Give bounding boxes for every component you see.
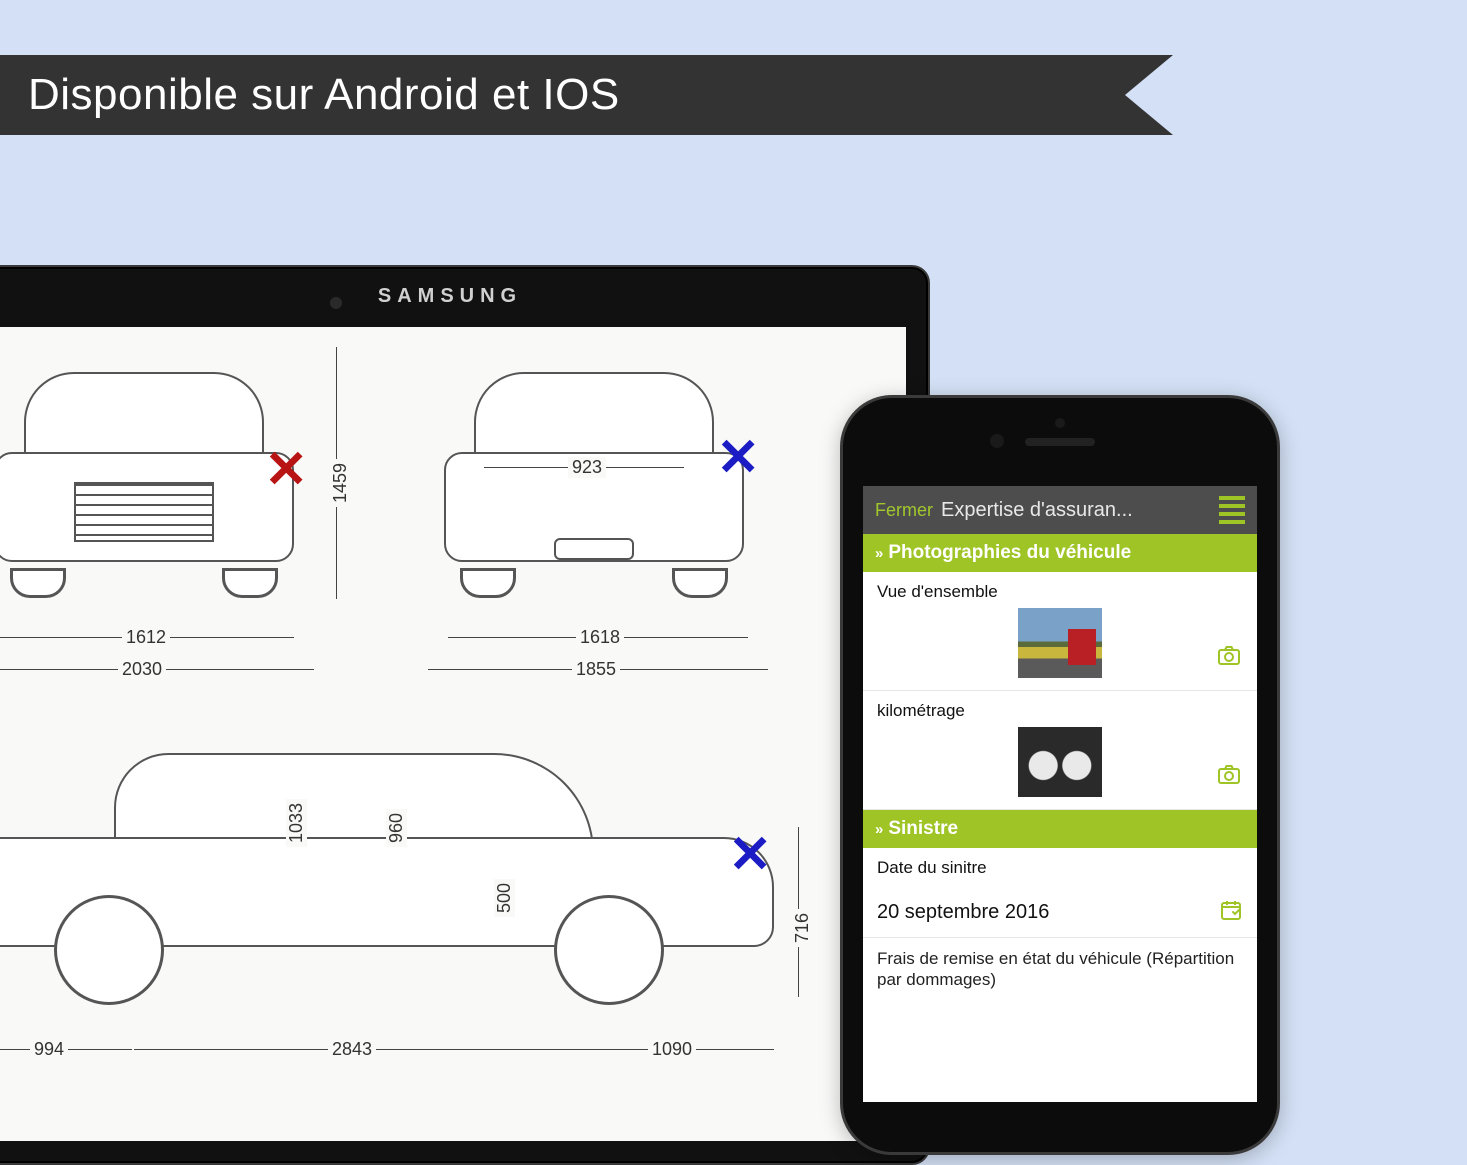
banner-text: Disponible sur Android et IOS bbox=[28, 70, 620, 119]
car-rear-tire-left bbox=[460, 568, 516, 598]
car-side-wheel-rear bbox=[554, 895, 664, 1005]
phone-speaker bbox=[1025, 438, 1095, 446]
car-front-tire-left bbox=[10, 568, 66, 598]
app-header: Fermer Expertise d'assuran... bbox=[863, 486, 1257, 534]
calendar-icon[interactable] bbox=[1219, 898, 1243, 927]
phone-device: Fermer Expertise d'assuran... » Photogra… bbox=[840, 395, 1280, 1155]
row-label: Date du sinitre bbox=[877, 858, 1243, 878]
phone-screen: Fermer Expertise d'assuran... » Photogra… bbox=[863, 486, 1257, 1102]
photo-row-odometer: kilométrage bbox=[863, 691, 1257, 721]
dim-interior-b: 960 bbox=[386, 809, 407, 847]
tablet-camera-dot bbox=[330, 297, 342, 309]
photo-thumbnail[interactable] bbox=[1018, 727, 1102, 797]
car-front-grille bbox=[74, 482, 214, 542]
menu-icon[interactable] bbox=[1219, 496, 1245, 524]
page-title: Expertise d'assuran... bbox=[941, 499, 1211, 522]
damage-mark-rear[interactable]: ✕ bbox=[716, 432, 760, 484]
dim-height: 1459 bbox=[330, 459, 351, 507]
cost-note: Frais de remise en état du véhicule (Rép… bbox=[863, 938, 1257, 1001]
chevron-right-icon: » bbox=[875, 545, 880, 562]
photo-row-overview: Vue d'ensemble bbox=[863, 572, 1257, 602]
photo-slot-odometer[interactable] bbox=[863, 721, 1257, 810]
dim-width: 2030 bbox=[118, 659, 166, 680]
tablet-brand: SAMSUNG bbox=[378, 285, 522, 308]
car-side-wheel-front bbox=[54, 895, 164, 1005]
section-title: Sinistre bbox=[888, 818, 958, 840]
car-front-tire-right bbox=[222, 568, 278, 598]
section-header-claim[interactable]: » Sinistre bbox=[863, 810, 1257, 848]
dim-interior-c: 500 bbox=[494, 879, 515, 917]
dim-interior-a: 1033 bbox=[286, 799, 307, 847]
dim-wheelbase: 2843 bbox=[328, 1039, 376, 1060]
date-value: 20 septembre 2016 bbox=[877, 901, 1049, 924]
car-rear-plate bbox=[554, 538, 634, 560]
chevron-right-icon: » bbox=[875, 821, 880, 838]
phone-camera-dot bbox=[990, 434, 1004, 448]
dim-front-overhang: 994 bbox=[30, 1039, 68, 1060]
car-front-view: ✕ bbox=[0, 362, 304, 592]
dim-rear-width: 1855 bbox=[572, 659, 620, 680]
banner-ribbon: Disponible sur Android et IOS bbox=[0, 55, 1125, 135]
dim-rear-overhang: 1090 bbox=[648, 1039, 696, 1060]
row-label: Vue d'ensemble bbox=[877, 582, 1243, 602]
dim-rear-track: 1618 bbox=[576, 627, 624, 648]
dim-rear-opening: 923 bbox=[568, 457, 606, 478]
car-side-view: ✕ ✕ bbox=[0, 737, 784, 997]
damage-mark-front[interactable]: ✕ bbox=[264, 444, 308, 496]
dim-track: 1612 bbox=[122, 627, 170, 648]
field-label-row: Date du sinitre bbox=[863, 848, 1257, 884]
tablet-screen: ✕ 1612 2030 1459 ✕ 923 1618 1855 bbox=[0, 327, 906, 1141]
photo-thumbnail[interactable] bbox=[1018, 608, 1102, 678]
camera-icon[interactable] bbox=[1215, 643, 1243, 672]
close-button[interactable]: Fermer bbox=[875, 500, 933, 521]
dim-side-height: 716 bbox=[792, 909, 813, 947]
car-rear-roof bbox=[474, 372, 714, 462]
vehicle-blueprint[interactable]: ✕ 1612 2030 1459 ✕ 923 1618 1855 bbox=[0, 327, 906, 1141]
section-header-photos[interactable]: » Photographies du véhicule bbox=[863, 534, 1257, 572]
damage-mark-side-rear[interactable]: ✕ bbox=[728, 829, 772, 881]
date-field[interactable]: 20 septembre 2016 bbox=[863, 884, 1257, 938]
row-label: kilométrage bbox=[877, 701, 1243, 721]
camera-icon[interactable] bbox=[1215, 762, 1243, 791]
car-front-roof bbox=[24, 372, 264, 462]
tablet-device: SAMSUNG ✕ 1612 2030 1459 bbox=[0, 265, 930, 1165]
section-title: Photographies du véhicule bbox=[888, 542, 1131, 564]
phone-sensor-dot bbox=[1055, 418, 1065, 428]
photo-slot-overview[interactable] bbox=[863, 602, 1257, 691]
car-rear-tire-right bbox=[672, 568, 728, 598]
